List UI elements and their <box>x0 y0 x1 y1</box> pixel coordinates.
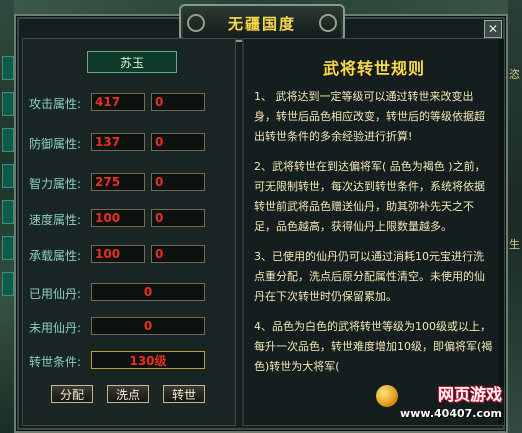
ornament-icon <box>319 14 337 32</box>
attribute-base-value: 100 <box>91 245 145 263</box>
character-name: 苏玉 <box>87 51 177 73</box>
unused-pills-row: 未用仙丹: 0 <box>29 317 229 337</box>
attribute-row: 智力属性: 275 0 <box>29 173 229 193</box>
attribute-panel: 苏玉 攻击属性: 417 0 防御属性: 137 0 智力属性: 275 0 速… <box>22 38 236 426</box>
side-chip <box>2 164 14 188</box>
attribute-base-value: 137 <box>91 133 145 151</box>
used-pills-row: 已用仙丹: 0 <box>29 283 229 303</box>
title-plate: 无疆国度 <box>179 4 345 42</box>
attribute-base-value: 100 <box>91 209 145 227</box>
wash-points-button[interactable]: 洗点 <box>107 385 149 403</box>
unused-pills-label: 未用仙丹: <box>29 321 82 335</box>
rebirth-dialog: 无疆国度 ✕ 苏玉 攻击属性: 417 0 防御属性: 137 0 智力属性: … <box>14 4 508 433</box>
attribute-bonus-input[interactable]: 0 <box>151 173 205 191</box>
site-watermark: 网页游戏 www.40407.com <box>374 381 506 429</box>
attribute-base-value: 275 <box>91 173 145 191</box>
attribute-bonus-input[interactable]: 0 <box>151 245 205 263</box>
game-scene-left <box>0 0 14 433</box>
rebirth-condition-row: 转世条件: 130级 <box>29 351 229 371</box>
rules-panel: 武将转世规则 1、 武将达到一定等级可以通过转世来改变出身，转世后品色相应改变，… <box>242 38 505 426</box>
attribute-bonus-input[interactable]: 0 <box>151 133 205 151</box>
close-icon: ✕ <box>487 22 499 36</box>
side-chip <box>2 200 14 224</box>
attribute-label: 智力属性: <box>29 177 82 191</box>
side-chip <box>2 272 14 296</box>
watermark-url: www.40407.com <box>400 407 502 420</box>
rules-title: 武将转世规则 <box>322 59 425 78</box>
rule-item: 3、已使用的仙丹仍可以通过消耗10元宝进行洗点重分配，洗点后原分配属性清空。未使… <box>254 250 485 303</box>
rule-item: 4、品色为白色的武将转世等级为100级或以上，每升一次品色，转世难度增加10级，… <box>254 320 493 373</box>
attribute-label: 攻击属性: <box>29 97 82 111</box>
watermark-title: 网页游戏 <box>437 385 502 404</box>
attribute-bonus-input[interactable]: 0 <box>151 209 205 227</box>
rules-body: 1、 武将达到一定等级可以通过转世来改变出身，转世后品色相应改变，转世后的等级依… <box>254 87 494 387</box>
attribute-label: 速度属性: <box>29 213 82 227</box>
side-chip <box>2 56 14 80</box>
action-button-row: 分配 洗点 转世 <box>29 385 229 405</box>
ornament-icon <box>187 14 205 32</box>
game-scene-right: 恣 生 <box>508 0 522 433</box>
used-pills-value: 0 <box>91 283 205 301</box>
used-pills-label: 已用仙丹: <box>29 287 82 301</box>
rebirth-button[interactable]: 转世 <box>163 385 205 403</box>
unused-pills-value: 0 <box>91 317 205 335</box>
rule-item: 2、武将转世在到达偏将军( 品色为褐色 )之前，可无限制转世，每次达到转世条件，… <box>254 160 486 233</box>
logo-icon <box>376 385 398 407</box>
rule-item: 1、 武将达到一定等级可以通过转世来改变出身，转世后品色相应改变，转世后的等级依… <box>254 90 485 143</box>
attribute-row: 承载属性: 100 0 <box>29 245 229 265</box>
rebirth-condition-value: 130级 <box>91 351 205 369</box>
attribute-label: 防御属性: <box>29 137 82 151</box>
attribute-row: 防御属性: 137 0 <box>29 133 229 153</box>
attribute-base-value: 417 <box>91 93 145 111</box>
scene-text: 恣 <box>509 68 520 81</box>
attribute-row: 速度属性: 100 0 <box>29 209 229 229</box>
side-chip <box>2 236 14 260</box>
allocate-button[interactable]: 分配 <box>51 385 93 403</box>
rebirth-condition-label: 转世条件: <box>29 355 82 369</box>
side-chip <box>2 92 14 116</box>
attribute-bonus-input[interactable]: 0 <box>151 93 205 111</box>
side-chip <box>2 128 14 152</box>
scene-text: 生 <box>509 238 520 251</box>
attribute-row: 攻击属性: 417 0 <box>29 93 229 113</box>
close-button[interactable]: ✕ <box>484 20 502 38</box>
rules-scrollbar[interactable] <box>498 39 504 425</box>
window-title: 无疆国度 <box>227 14 296 33</box>
attribute-label: 承载属性: <box>29 249 82 263</box>
